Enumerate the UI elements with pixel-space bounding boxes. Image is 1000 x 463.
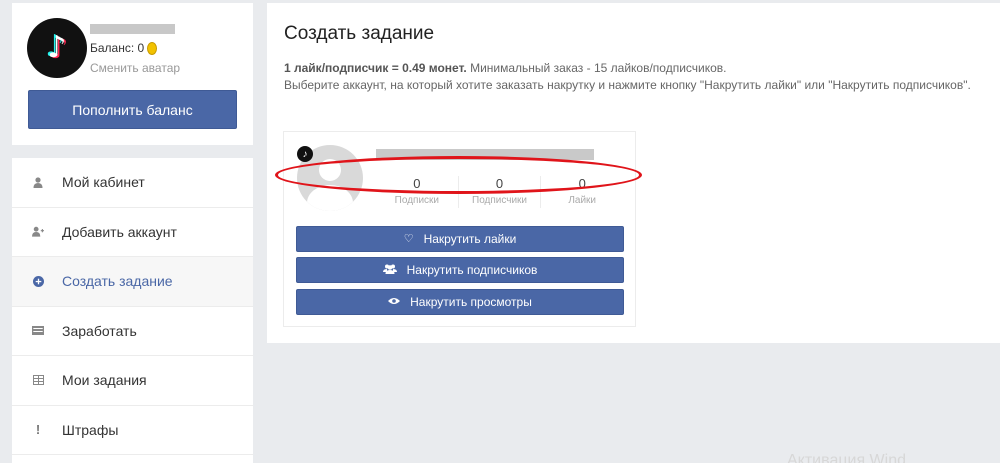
stat-label: Лайки: [568, 195, 597, 206]
stat-label: Подписки: [394, 195, 439, 206]
coin-icon: [147, 41, 158, 55]
price-info: 1 лайк/подписчик = 0.49 монет.: [284, 61, 467, 75]
stat-label: Подписчики: [472, 195, 528, 206]
balance: Баланс: 0: [90, 41, 158, 55]
profile-card: ♪ Баланс: 0 Сменить аватар Пополнить бал…: [12, 3, 253, 145]
sidebar-item-my-cabinet[interactable]: Мой кабинет: [12, 158, 253, 208]
users-icon: [382, 264, 397, 277]
account-stats: 0 Подписки 0 Подписчики 0 Лайки: [376, 176, 623, 208]
tiktok-logo-icon: ♪: [47, 30, 67, 65]
description: 1 лайк/подписчик = 0.49 монет. Минимальн…: [284, 60, 994, 94]
boost-likes-button[interactable]: ♡ Накрутить лайки: [296, 226, 624, 252]
stat-value: 0: [578, 176, 586, 191]
balance-label: Баланс: 0: [90, 41, 145, 55]
sidebar-item-label: Мои задания: [62, 372, 147, 389]
money-icon: [32, 325, 44, 337]
sidebar-item-label: Штрафы: [62, 421, 119, 438]
sidebar-menu: Мой кабинет Добавить аккаунт Создать зад…: [12, 158, 253, 463]
button-label: Накрутить подписчиков: [406, 263, 538, 277]
change-avatar-link[interactable]: Сменить аватар: [90, 61, 180, 75]
tiktok-badge-icon: ♪: [297, 146, 313, 162]
stat-likes: 0 Лайки: [541, 176, 623, 208]
sidebar-item-my-tasks[interactable]: Мои задания: [12, 356, 253, 406]
grid-icon: [32, 374, 44, 386]
plus-circle-icon: [32, 275, 44, 287]
sidebar-item-label: Добавить аккаунт: [62, 223, 177, 240]
exclamation-icon: !: [35, 422, 41, 438]
button-label: Накрутить лайки: [423, 232, 517, 246]
avatar[interactable]: ♪: [27, 18, 87, 78]
sidebar-item-label: Создать задание: [62, 273, 173, 290]
user-plus-icon: [32, 226, 44, 238]
stat-following: 0 Подписки: [376, 176, 459, 208]
stat-value: 0: [413, 176, 421, 191]
account-name-redacted: [376, 149, 594, 160]
stat-value: 0: [495, 176, 504, 191]
sidebar-item-label: Заработать: [62, 322, 137, 339]
sidebar-item-fines[interactable]: ! Штрафы: [12, 406, 253, 455]
sidebar-item-add-account[interactable]: Добавить аккаунт: [12, 208, 253, 257]
min-order-info: Минимальный заказ - 15 лайков/подписчико…: [466, 61, 727, 75]
heart-icon: ♡: [403, 232, 414, 245]
os-activation-watermark: Активация Wind: [787, 452, 906, 463]
topup-balance-button[interactable]: Пополнить баланс: [28, 90, 237, 129]
sidebar-item-label: Мой кабинет: [62, 174, 145, 191]
stat-followers: 0 Подписчики: [459, 176, 542, 208]
sidebar-item-create-task[interactable]: Создать задание: [12, 257, 253, 307]
boost-views-button[interactable]: Накрутить просмотры: [296, 289, 624, 315]
username-redacted: [90, 24, 175, 34]
user-icon: [32, 176, 44, 188]
boost-followers-button[interactable]: Накрутить подписчиков: [296, 257, 624, 283]
button-label: Накрутить просмотры: [410, 295, 532, 309]
account-card: ♪ 0 Подписки 0 Подписчики 0 Лайки ♡ Накр…: [283, 131, 636, 327]
sidebar-item-earn[interactable]: Заработать: [12, 307, 253, 356]
page-title: Создать задание: [284, 23, 435, 44]
eye-icon: [388, 297, 401, 308]
main-panel: Создать задание 1 лайк/подписчик = 0.49 …: [267, 3, 1000, 343]
instructions: Выберите аккаунт, на который хотите зака…: [284, 78, 971, 92]
